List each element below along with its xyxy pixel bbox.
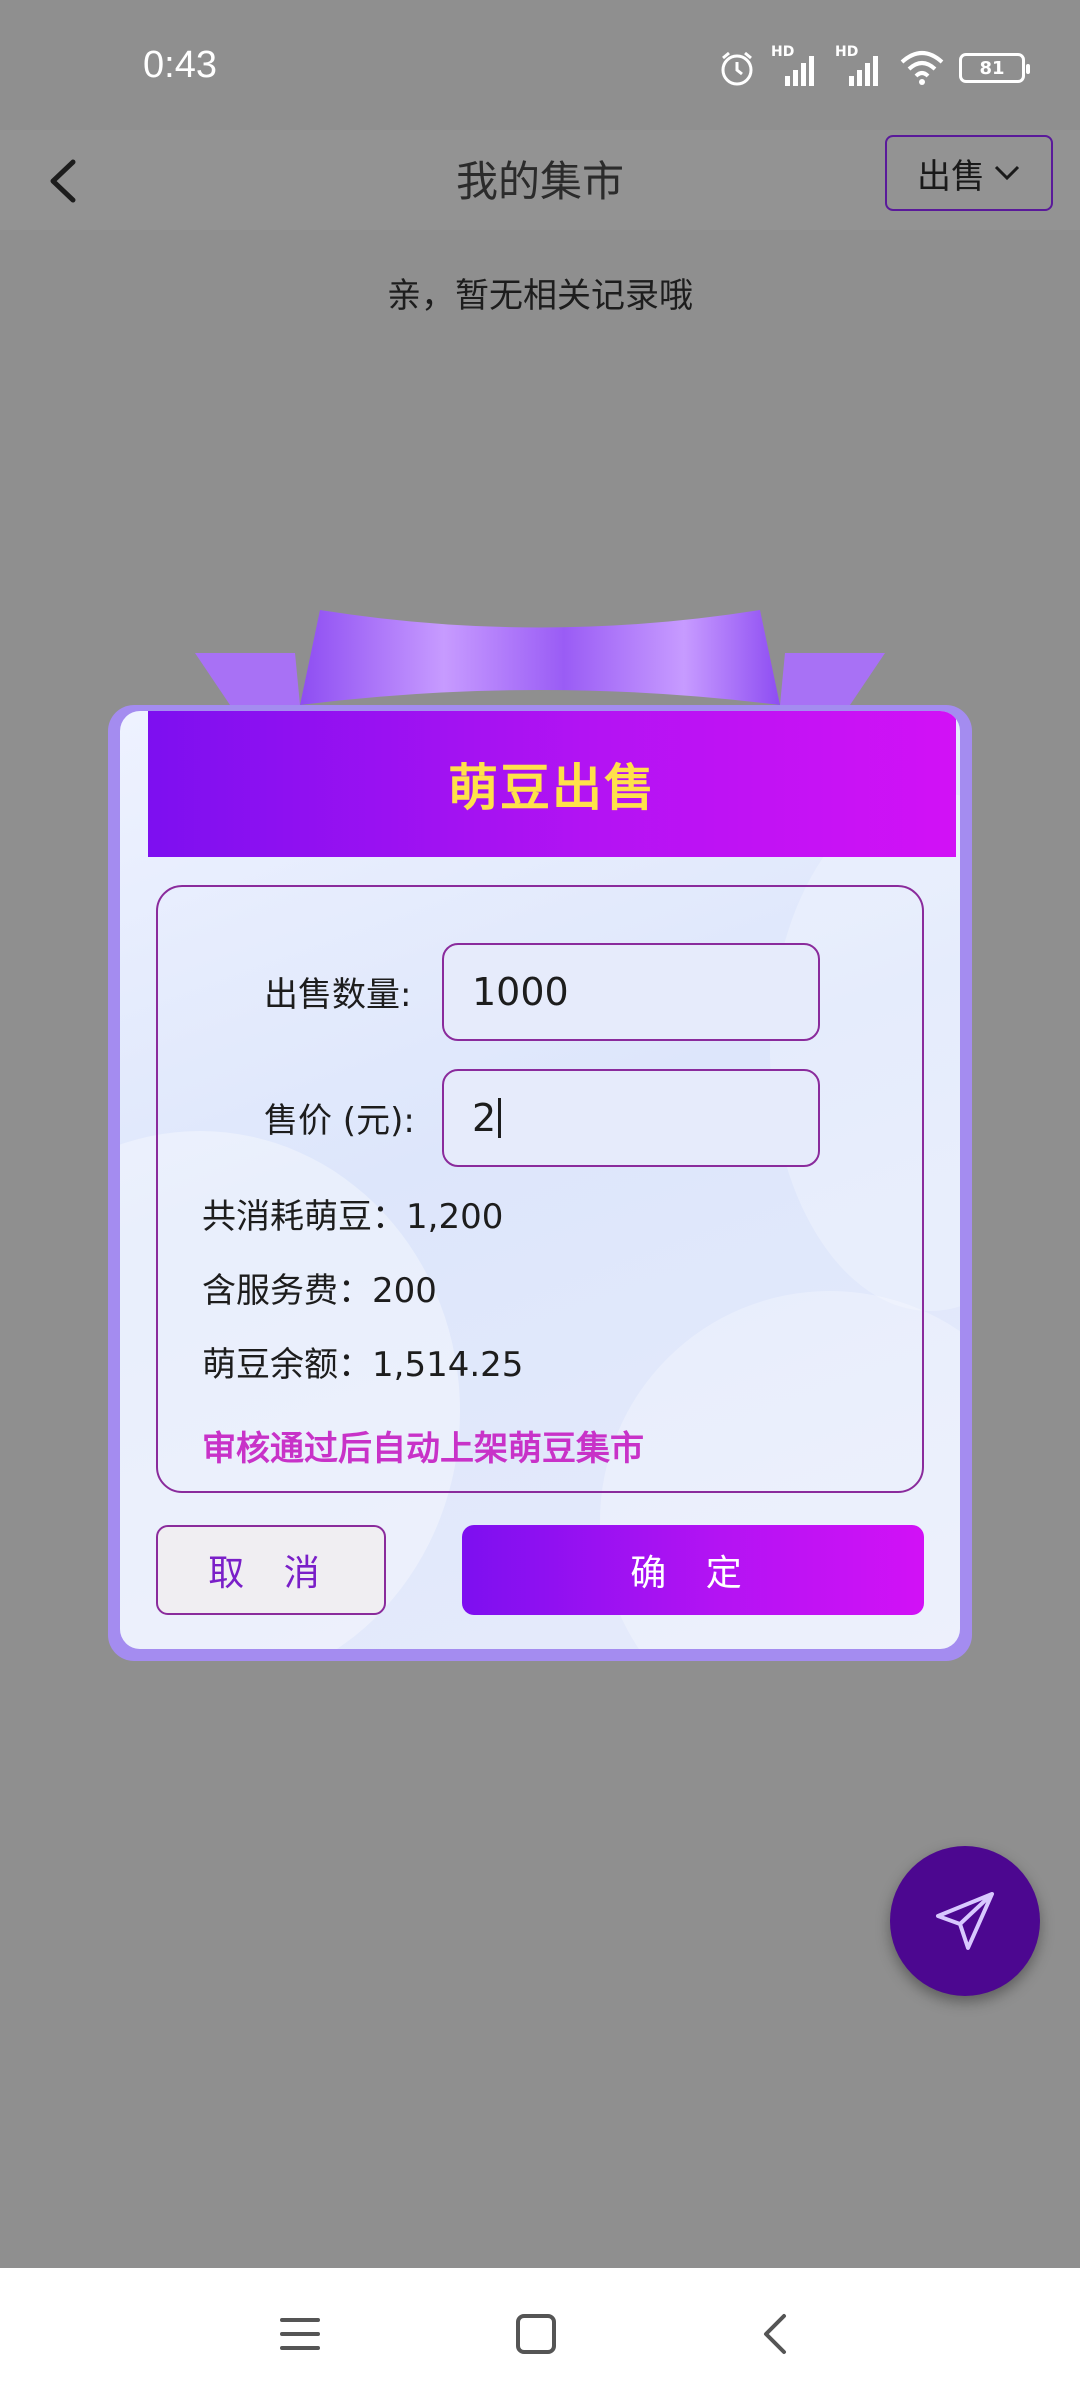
back-arrow-icon [50,159,76,203]
send-icon [936,1892,994,1950]
status-time: 0:43 [143,44,217,86]
menu-icon [280,2318,320,2350]
wifi-icon [900,51,944,85]
system-nav-bar [0,2268,1080,2400]
review-notice: 审核通过后自动上架萌豆集市 [202,1429,644,1469]
quantity-input[interactable]: 1000 [442,943,820,1041]
ribbon-decoration [195,610,885,705]
dropdown-label: 出售 [917,156,985,197]
sell-dialog: 萌豆出售 出售数量: 1000 售价 (元): 2 共消耗萌豆：1,200 含服… [108,705,972,1661]
nav-menu-button[interactable] [264,2298,336,2370]
send-fab[interactable] [890,1846,1040,1996]
cancel-label: 取 消 [208,1553,334,1594]
total-cost-text: 共消耗萌豆：1,200 [202,1197,504,1237]
signal-icon: HD [771,44,821,88]
price-input[interactable]: 2 [442,1069,820,1167]
price-value: 2 [472,1096,497,1140]
quantity-value: 1000 [472,970,569,1014]
cancel-button[interactable]: 取 消 [156,1525,386,1615]
dialog-header: 萌豆出售 [148,711,956,857]
back-button[interactable] [28,146,98,216]
battery-level: 81 [979,57,1005,79]
chevron-down-icon [994,165,1020,181]
sell-dialog-body: 萌豆出售 出售数量: 1000 售价 (元): 2 共消耗萌豆：1,200 含服… [120,711,960,1649]
balance-text: 萌豆余额：1,514.25 [202,1345,524,1385]
home-square-icon [516,2314,556,2354]
confirm-button[interactable]: 确 定 [462,1525,924,1615]
battery-icon: 81 [959,53,1030,83]
sell-type-dropdown[interactable]: 出售 [885,135,1053,211]
empty-state-message: 亲，暂无相关记录哦 [387,276,693,316]
text-caret [498,1098,502,1138]
signal-icon-2: HD [835,44,885,88]
confirm-label: 确 定 [630,1553,756,1594]
service-fee-text: 含服务费：200 [202,1271,437,1311]
top-app-bar: 我的集市 出售 [0,130,1080,230]
nav-home-button[interactable] [500,2298,572,2370]
quantity-label: 出售数量: [264,975,412,1015]
price-label: 售价 (元): [264,1101,415,1141]
status-bar: 0:43 HD HD 81 [0,0,1080,130]
alarm-icon [721,51,753,86]
dialog-title: 萌豆出售 [448,759,656,817]
nav-back-button[interactable] [738,2298,810,2370]
status-icons: HD HD 81 [717,44,1030,88]
nav-back-icon [764,2314,786,2354]
sell-form: 出售数量: 1000 售价 (元): 2 共消耗萌豆：1,200 含服务费：20… [156,885,924,1493]
